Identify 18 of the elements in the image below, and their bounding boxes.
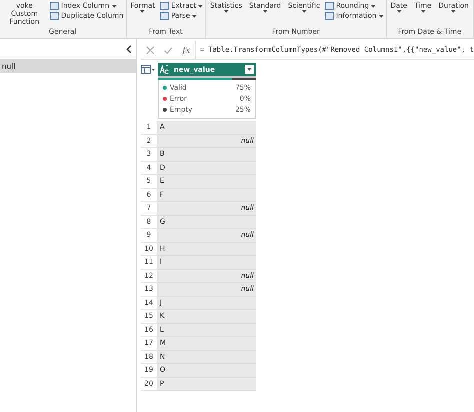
fx-label[interactable]: fx (182, 46, 190, 54)
text-type-icon (160, 65, 171, 74)
dropdown-icon[interactable] (245, 65, 254, 74)
caret-icon (262, 10, 268, 14)
caret-icon (198, 4, 204, 8)
table-icon[interactable] (141, 65, 155, 74)
caret-icon (224, 10, 229, 14)
check-icon[interactable] (164, 46, 174, 54)
caret-icon (140, 10, 146, 14)
caret-icon (420, 10, 426, 14)
caret-icon (192, 14, 198, 18)
collapse-icon[interactable] (126, 44, 132, 54)
caret-icon (378, 14, 384, 18)
caret-icon (396, 10, 402, 14)
caret-icon (451, 10, 456, 14)
caret-icon (371, 4, 376, 8)
caret-icon (302, 10, 307, 14)
caret-icon (112, 4, 117, 8)
